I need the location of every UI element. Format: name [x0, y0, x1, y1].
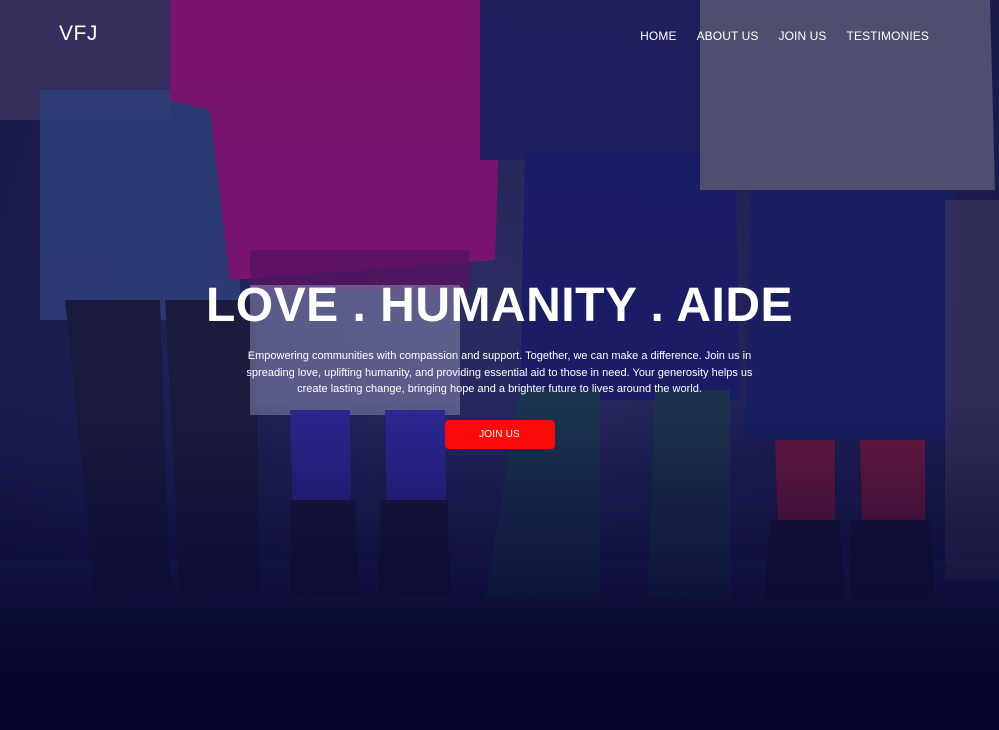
nav-item-join-us: JOIN US — [779, 27, 827, 45]
nav-link-about-us[interactable]: ABOUT US — [697, 29, 759, 43]
landing-page: VFJ HOME ABOUT US JOIN US TESTIMONIES LO… — [0, 0, 999, 730]
hero-title: LOVE . HUMANITY . AIDE — [205, 279, 794, 332]
nav-link-home[interactable]: HOME — [640, 29, 676, 43]
nav-item-about-us: ABOUT US — [697, 27, 759, 45]
hero-section: LOVE . HUMANITY . AIDE Empowering commun… — [0, 278, 999, 449]
nav-link-testimonies[interactable]: TESTIMONIES — [847, 29, 929, 43]
nav-link-join-us[interactable]: JOIN US — [779, 29, 827, 43]
nav-item-testimonies: TESTIMONIES — [847, 27, 929, 45]
join-us-button[interactable]: JOIN US — [444, 419, 555, 449]
brand-logo[interactable]: VFJ — [59, 22, 98, 46]
main-nav: HOME ABOUT US JOIN US TESTIMONIES — [640, 27, 929, 45]
hero-description: Empowering communities with compassion a… — [246, 350, 753, 395]
nav-item-home: HOME — [640, 27, 676, 45]
